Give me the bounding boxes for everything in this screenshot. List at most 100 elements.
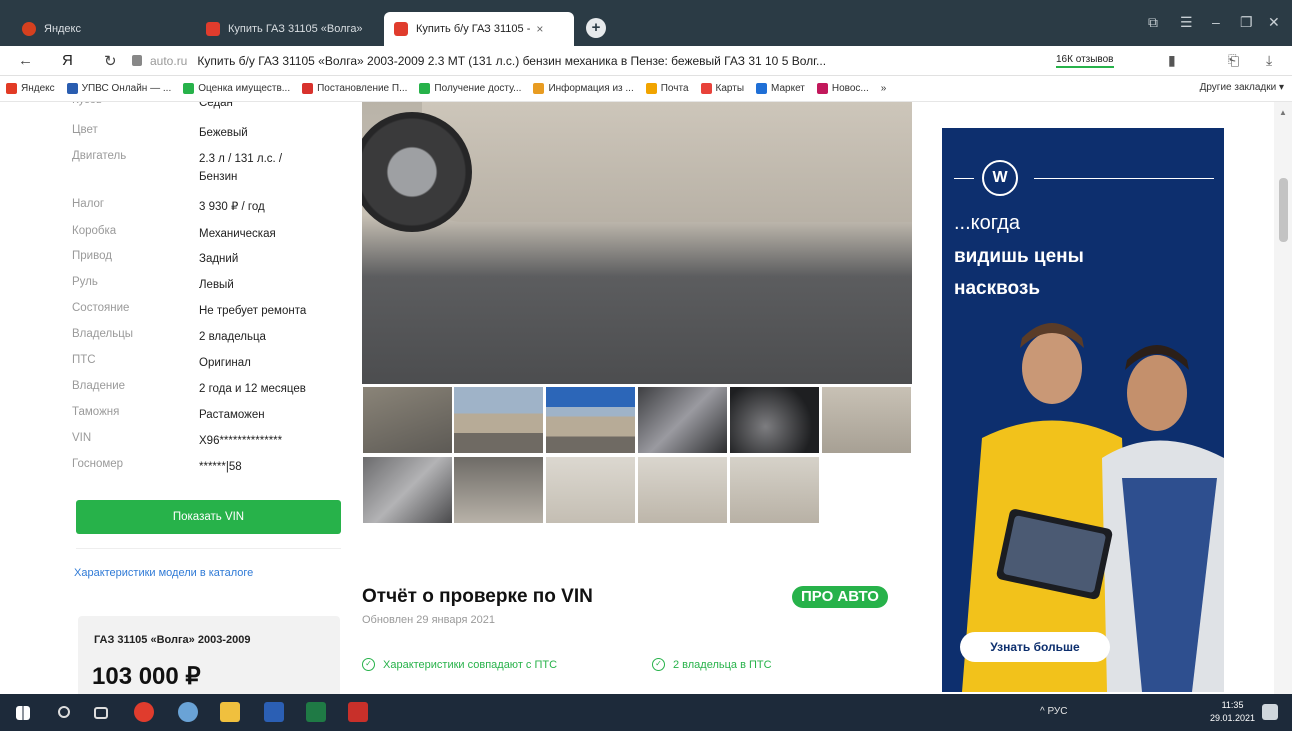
yandex-home-icon[interactable]: Я	[62, 52, 73, 69]
bookmark-item[interactable]: Оценка имуществ...	[183, 83, 290, 94]
pdf-reader-icon[interactable]	[348, 702, 368, 722]
back-icon[interactable]: ←	[18, 52, 33, 69]
bookmark-item[interactable]: Маркет	[756, 83, 805, 94]
spec-value: Оригинал	[199, 357, 251, 369]
gallery-thumbnail[interactable]	[453, 386, 544, 454]
main-photo[interactable]	[362, 102, 912, 384]
bookmark-label: Информация из ...	[548, 83, 634, 94]
reader-icon[interactable]: ⎗	[1228, 52, 1239, 69]
bookmark-label: УПВС Онлайн — ...	[81, 83, 172, 94]
bookmark-label: Почта	[660, 83, 689, 94]
report-check: ✓ 2 владельца в ПТС	[652, 658, 772, 671]
bookmark-item[interactable]: Новос...	[816, 83, 869, 94]
bookmark-item[interactable]: Постановление П...	[302, 83, 407, 94]
reload-icon[interactable]: ↻	[104, 52, 117, 70]
bookmark-item[interactable]: Информация из ...	[533, 83, 634, 94]
minimize-icon[interactable]: –	[1212, 14, 1220, 30]
excel-icon[interactable]	[306, 702, 326, 722]
app-icon[interactable]	[178, 702, 198, 722]
gallery-thumbnail[interactable]	[637, 456, 728, 524]
spec-key: Двигатель	[72, 150, 127, 162]
address-bar: ← Я ↻ auto.ru Купить б/у ГАЗ 31105 «Волг…	[0, 46, 1292, 76]
reviews-badge[interactable]: 16К отзывов	[1056, 54, 1114, 68]
bookmark-overflow[interactable]: »	[881, 83, 887, 94]
windows-start-icon[interactable]	[16, 706, 30, 720]
system-tray[interactable]: ^ РУС	[1040, 706, 1068, 717]
bookmark-manager-icon[interactable]: ⧉	[1148, 14, 1158, 31]
bookmark-favicon-icon	[700, 83, 712, 94]
gallery-thumbnail[interactable]	[362, 456, 453, 524]
maximize-icon[interactable]: ❐	[1240, 14, 1253, 31]
bookmark-item[interactable]: Получение досту...	[419, 83, 521, 94]
bookmark-item[interactable]: УПВС Онлайн — ...	[66, 83, 172, 94]
spec-value: Седан	[199, 102, 233, 109]
other-bookmarks[interactable]: Другие закладки ▾	[1200, 82, 1284, 93]
report-updated: Обновлен 29 января 2021	[362, 614, 495, 626]
taskbar-clock[interactable]: 11:35 29.01.2021	[1210, 699, 1255, 725]
gallery-thumbnail[interactable]	[545, 386, 636, 454]
spec-key: Состояние	[72, 302, 130, 314]
spec-value: Растаможен	[199, 409, 265, 421]
browser-tab-bar: Яндекс Купить ГАЗ 31105 «Волга» Купить б…	[0, 0, 1292, 46]
gallery-thumbnail[interactable]	[729, 386, 820, 454]
vw-ad-banner[interactable]: W ...когда видишь цены насквозь Узнать б…	[942, 128, 1224, 692]
file-explorer-icon[interactable]	[220, 702, 240, 722]
search-icon[interactable]	[58, 706, 70, 718]
bookmark-label: »	[880, 83, 887, 94]
spec-value: Левый	[199, 279, 234, 291]
spec-value: ******|58	[199, 461, 242, 473]
new-tab-button[interactable]: +	[586, 18, 606, 38]
vw-logo-icon: W	[982, 160, 1018, 196]
gallery-thumbnail[interactable]	[545, 456, 636, 524]
bookmarks-bar: Яндекс УПВС Онлайн — ... Оценка имуществ…	[0, 76, 1292, 102]
url-field[interactable]: auto.ru Купить б/у ГАЗ 31105 «Волга» 200…	[150, 54, 826, 68]
ad-headline: ...когда	[954, 212, 1020, 234]
bookmark-item[interactable]: Почта	[645, 83, 689, 94]
tab-yandex[interactable]: Яндекс	[12, 12, 187, 46]
check-label: 2 владельца в ПТС	[673, 658, 772, 671]
download-icon[interactable]: ⤓	[1266, 52, 1272, 69]
gallery-thumbnail[interactable]	[637, 386, 728, 454]
url-domain: auto.ru	[150, 54, 188, 68]
scrollbar-thumb[interactable]	[1279, 178, 1288, 242]
bookmark-item[interactable]: Карты	[700, 83, 744, 94]
bookmark-label: Получение досту...	[434, 83, 522, 94]
menu-icon[interactable]: ☰	[1180, 14, 1193, 31]
yandex-browser-icon[interactable]	[134, 702, 154, 722]
scroll-up-icon[interactable]: ▲	[1279, 108, 1287, 117]
windows-taskbar: ^ РУС 11:35 29.01.2021	[0, 694, 1292, 731]
bookmark-item[interactable]: Яндекс	[6, 83, 55, 94]
close-tab-icon[interactable]: ×	[536, 22, 543, 36]
bookmark-favicon-icon	[6, 83, 17, 94]
tab-auto-active[interactable]: Купить б/у ГАЗ 31105 - ×	[384, 12, 574, 46]
car-body-image	[422, 102, 912, 222]
spec-key: ПТС	[72, 354, 96, 366]
notifications-icon[interactable]	[1262, 704, 1278, 720]
learn-more-button[interactable]: Узнать больше	[960, 632, 1110, 662]
spec-key: Налог	[72, 198, 105, 210]
spec-value: Задний	[199, 253, 239, 265]
gallery-thumbnail[interactable]	[453, 456, 544, 524]
spec-column: Кузов Седан Цвет Бежевый Двигатель 2.3 л / …	[72, 102, 352, 694]
tab-auto-1[interactable]: Купить ГАЗ 31105 «Волга»	[196, 12, 376, 46]
spec-value: Не требует ремонта	[199, 305, 307, 317]
close-window-icon[interactable]: ✕	[1268, 14, 1280, 31]
lock-icon	[132, 55, 142, 66]
show-vin-button[interactable]: Показать VIN	[76, 500, 341, 534]
clock-time: 11:35	[1221, 700, 1244, 710]
gallery-thumbnail[interactable]	[821, 386, 912, 454]
gallery-thumbnail[interactable]	[362, 386, 453, 454]
spec-value: 2.3 л / 131 л.с. / Бензин	[199, 153, 283, 183]
task-view-icon[interactable]	[94, 707, 108, 719]
gallery-thumbnail[interactable]	[729, 456, 820, 524]
bookmark-label: Маркет	[771, 83, 805, 94]
price-value: 103 000 ₽	[92, 663, 201, 690]
word-icon[interactable]	[264, 702, 284, 722]
catalog-link[interactable]: Характеристики модели в каталоге	[74, 567, 253, 579]
bookmark-icon[interactable]: ▮	[1168, 52, 1176, 69]
spec-value: 2 владельца	[199, 331, 266, 343]
bookmark-favicon-icon	[756, 83, 768, 94]
page-scrollbar[interactable]: ▲	[1274, 102, 1292, 694]
proauto-badge[interactable]: ПРО АВТО	[792, 586, 888, 608]
yandex-icon	[22, 22, 36, 36]
